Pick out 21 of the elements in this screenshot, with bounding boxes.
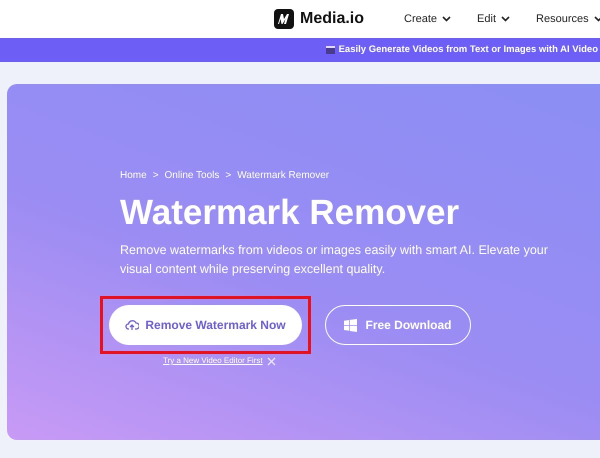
clapperboard-icon bbox=[326, 46, 335, 54]
banner-text[interactable]: Easily Generate Videos from Text or Images with AI Video bbox=[338, 42, 600, 58]
video-editor-link[interactable]: Try a New Video Editor First bbox=[163, 355, 263, 367]
chevron-down-icon bbox=[594, 16, 600, 22]
remove-watermark-button[interactable]: Remove Watermark Now bbox=[109, 305, 302, 345]
breadcrumb-separator: > bbox=[152, 169, 159, 183]
breadcrumb-link[interactable]: Online Tools bbox=[164, 168, 220, 183]
nav-menu[interactable]: Edit bbox=[477, 10, 510, 28]
cloud-upload-icon bbox=[125, 319, 140, 331]
hero-description: Remove watermarks from videos or images easily with smart AI. Elevate your visual content while preserving excellent quality. bbox=[120, 242, 549, 278]
logo-icon bbox=[274, 9, 294, 29]
free-download-button[interactable]: Free Download bbox=[325, 305, 471, 345]
breadcrumb-link[interactable]: Home bbox=[120, 168, 147, 183]
brand-name[interactable]: Media.io bbox=[300, 7, 364, 31]
nav-menu[interactable]: Create bbox=[404, 10, 452, 28]
chevron-down-icon bbox=[501, 16, 510, 22]
windows-icon bbox=[344, 318, 358, 332]
breadcrumb-separator: > bbox=[225, 169, 232, 183]
nav-menu[interactable]: Resources bbox=[536, 10, 600, 28]
page-title: Watermark Remover bbox=[120, 193, 460, 233]
chevron-down-icon bbox=[442, 16, 452, 22]
